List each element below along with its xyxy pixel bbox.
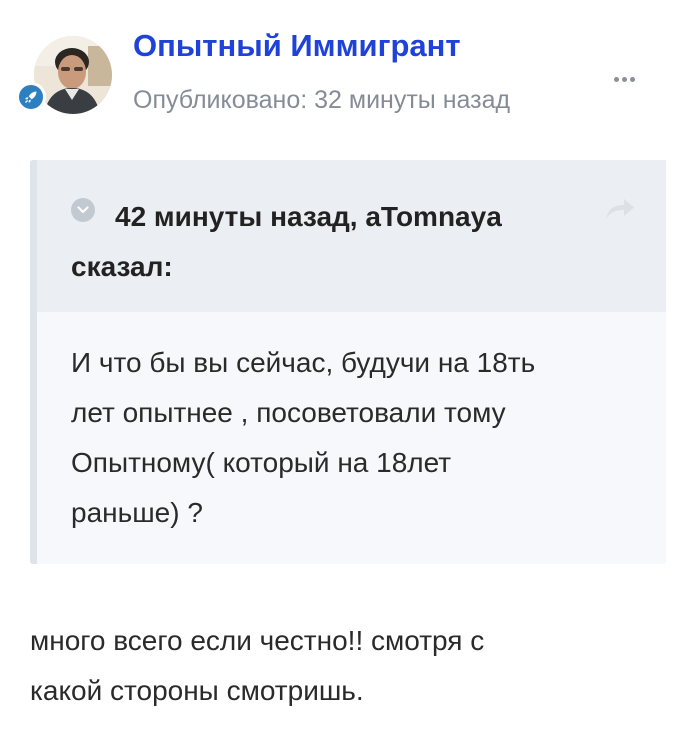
quote-line: Опытному( который на 18лет (71, 447, 452, 478)
post-content-line: много всего если честно!! смотря с (30, 625, 485, 656)
quote-body: И что бы вы сейчас, будучи на 18ть лет о… (71, 338, 641, 538)
quote-citation: 42 минуты назад, аTomnaya сказал: (71, 201, 502, 282)
avatar-photo (34, 36, 112, 114)
post-content: много всего если честно!! смотря с какой… (30, 616, 670, 716)
share-arrow-icon[interactable] (603, 196, 637, 222)
author-avatar[interactable] (34, 36, 112, 114)
quote-line: лет опытнее , посоветовали тому (71, 397, 506, 428)
rocket-icon (16, 82, 46, 112)
more-options-icon[interactable] (614, 72, 644, 86)
quote-header: 42 минуты назад, аTomnaya сказал: (37, 160, 666, 312)
post-header: Опытный Иммигрант Опубликовано: 32 минут… (0, 0, 697, 140)
quote-line: раньше) ? (71, 497, 203, 528)
quote-line: И что бы вы сейчас, будучи на 18ть (71, 347, 536, 378)
author-name-link[interactable]: Опытный Иммигрант (133, 28, 461, 64)
post-timestamp: Опубликовано: 32 минуты назад (133, 86, 511, 114)
post-content-line: какой стороны смотришь. (30, 675, 364, 706)
quote-block: 42 минуты назад, аTomnaya сказал: И что … (30, 160, 666, 564)
